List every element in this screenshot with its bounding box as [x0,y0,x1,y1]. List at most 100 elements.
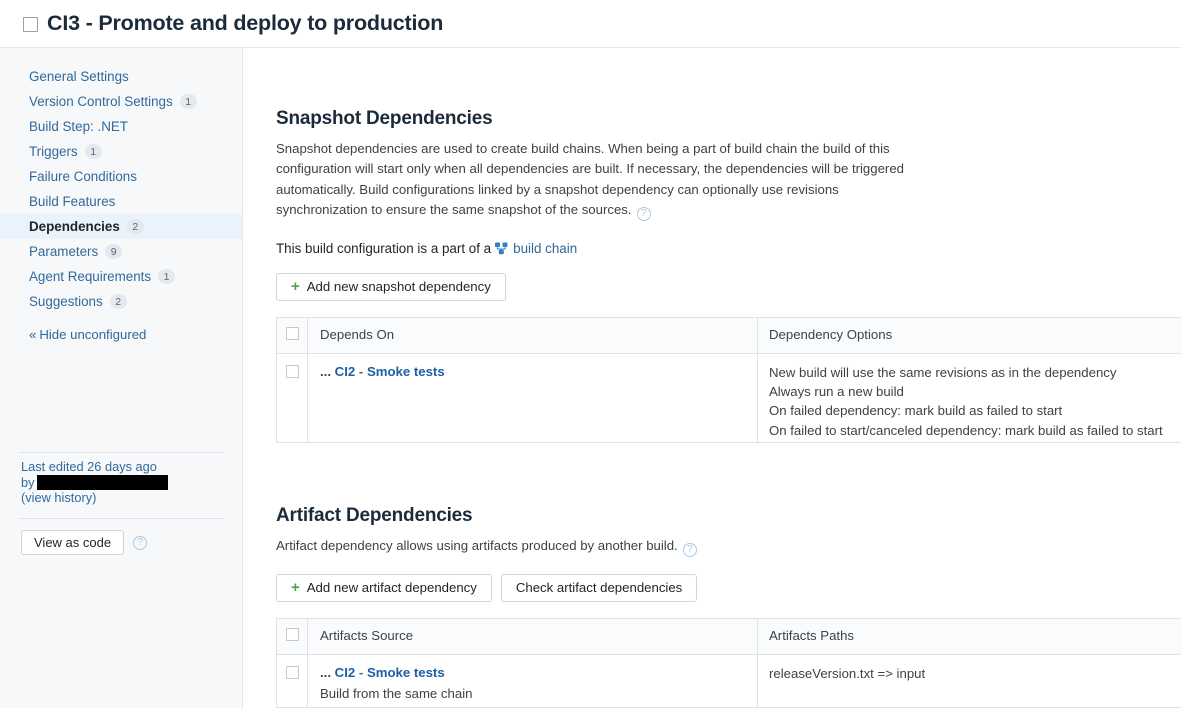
sidebar-item-label: Agent Requirements [29,269,152,284]
dependency-option: On failed to start/canceled dependency: … [769,422,1163,438]
artifact-button-row: + Add new artifact dependency Check artif… [276,573,1181,602]
select-all-checkbox[interactable] [285,326,299,340]
row-checkbox-cell [277,654,308,707]
artifact-dependencies-table: Artifacts Source Artifacts Paths ... CI2… [276,617,1181,708]
artifacts-paths-cell: releaseVersion.txt => input [758,655,1181,707]
sidebar-item-suggestions[interactable]: Suggestions 2 [0,289,242,314]
sidebar-item-label: Suggestions [29,294,103,309]
build-chain-prefix: This build configuration is a part of a [276,240,492,256]
artifact-source-subtext: Build from the same chain [320,685,473,701]
table-body: ... CI2 - Smoke tests New build will use… [277,353,1181,442]
sidebar-item-parameters[interactable]: Parameters 9 [0,239,242,264]
sidebar-item-triggers[interactable]: Triggers 1 [0,139,242,164]
last-edited-text: Last edited 26 days ago [21,459,157,474]
sidebar-item-label: Build Features [29,194,116,209]
add-snapshot-label: Add new snapshot dependency [306,279,491,295]
by-label: by [21,474,35,490]
sidebar-item-label: Failure Conditions [29,169,137,184]
artifact-source-dash: - [358,664,364,680]
table-row: ... CI2 - Smoke tests New build will use… [277,353,1181,442]
column-header-label: Depends On [320,326,395,342]
artifact-source-link[interactable]: ... CI2 - Smoke tests [320,665,445,680]
path-ellipsis: ... [320,664,331,680]
dependency-option: New build will use the same revisions as… [769,364,1117,380]
row-select-checkbox[interactable] [285,665,299,679]
page-header: CI3 - Promote and deploy to production [0,0,1181,48]
check-artifact-dependencies-button[interactable]: Check artifact dependencies [500,573,698,602]
sidebar-item-label: Triggers [29,144,78,159]
sidebar-item-label: Build Step: .NET [29,119,128,134]
header-checkbox-cell [277,317,308,353]
build-chain-line: This build configuration is a part of a … [276,241,1181,256]
sidebar: General Settings Version Control Setting… [0,48,243,708]
dependency-link[interactable]: ... CI2 - Smoke tests [320,364,445,379]
help-icon[interactable]: ? [133,535,148,550]
redacted-username [36,474,168,490]
view-history-link[interactable]: (view history) [21,490,168,506]
column-header-artifacts-source: Artifacts Source [308,618,758,654]
add-new-artifact-dependency-button[interactable]: + Add new artifact dependency [276,573,492,602]
hide-unconfigured-link[interactable]: «Hide unconfigured [0,327,242,342]
table-header-row: Artifacts Source Artifacts Paths [277,618,1181,655]
sidebar-item-dependencies[interactable]: Dependencies 2 [0,214,242,239]
body-wrapper: General Settings Version Control Setting… [0,48,1181,708]
sidebar-item-badge: 2 [109,294,127,309]
sidebar-item-badge: 1 [179,94,197,109]
sidebar-item-build-features[interactable]: Build Features [0,189,242,214]
table-header-row: Depends On Dependency Options [277,317,1181,354]
sidebar-item-build-step-net[interactable]: Build Step: .NET [0,114,242,139]
column-header-label: Artifacts Paths [769,627,855,643]
build-chain-link[interactable]: build chain [513,241,577,256]
snapshot-button-row: + Add new snapshot dependency [276,272,1181,301]
artifact-source-suffix: Smoke tests [366,664,445,680]
double-chevron-left-icon: « [29,327,37,342]
column-header-artifacts-paths: Artifacts Paths [758,619,1181,654]
view-as-code-button[interactable]: View as code [21,530,125,555]
artifact-dependencies-title: Artifact Dependencies [276,504,473,526]
artifact-path: releaseVersion.txt => input [769,665,926,681]
dependency-option: Always run a new build [769,384,904,400]
row-checkbox-cell [277,353,308,442]
sidebar-item-agent-requirements[interactable]: Agent Requirements 1 [0,264,242,289]
column-header-label: Dependency Options [769,326,893,342]
dependency-dash: - [358,363,364,379]
sidebar-item-general-settings[interactable]: General Settings [0,64,242,89]
artifact-dependencies-description: Artifact dependency allows using artifac… [276,536,916,557]
sidebar-item-badge: 1 [158,269,176,284]
dependency-suffix: Smoke tests [366,363,445,379]
view-as-code-row: View as code ? [21,530,148,555]
table-header: Artifacts Source Artifacts Paths [277,618,1181,655]
build-chain-icon [495,242,508,255]
sidebar-divider-top [18,452,224,453]
row-select-checkbox[interactable] [285,364,299,378]
dependency-option: On failed dependency: mark build as fail… [769,403,1063,419]
sidebar-item-label: Dependencies [29,219,120,234]
sidebar-nav: General Settings Version Control Setting… [0,64,242,314]
page-title: CI3 - Promote and deploy to production [47,11,444,35]
table-row: ... CI2 - Smoke tests Build from the sam… [277,654,1181,707]
header-checkbox-cell [277,618,308,654]
add-new-snapshot-dependency-button[interactable]: + Add new snapshot dependency [276,272,506,301]
add-artifact-label: Add new artifact dependency [306,580,477,596]
snapshot-dependencies-description: Snapshot dependencies are used to create… [276,139,916,221]
help-icon[interactable]: ? [682,542,697,557]
depends-on-cell: ... CI2 - Smoke tests [308,353,758,442]
hide-unconfigured-label: Hide unconfigured [39,327,147,342]
last-edited-block: Last edited 26 days ago by (view history… [21,459,168,506]
sidebar-item-version-control-settings[interactable]: Version Control Settings 1 [0,89,242,114]
sidebar-item-badge: 1 [84,144,102,159]
plus-icon: + [291,579,300,597]
snapshot-dependencies-title: Snapshot Dependencies [276,108,493,129]
help-icon[interactable]: ? [636,206,651,221]
sidebar-item-label: General Settings [29,69,129,84]
path-ellipsis: ... [320,363,331,379]
select-all-checkbox[interactable] [285,627,299,641]
title-checkbox-icon[interactable] [23,17,38,32]
sidebar-item-badge: 9 [105,244,123,259]
sidebar-item-failure-conditions[interactable]: Failure Conditions [0,164,242,189]
snapshot-dependencies-table: Depends On Dependency Options ... CI2 - … [276,316,1181,443]
main-content: Snapshot Dependencies Snapshot dependenc… [243,48,1181,708]
artifact-source-name: CI2 [334,664,356,680]
dependency-options-cell: New build will use the same revisions as… [758,354,1181,442]
